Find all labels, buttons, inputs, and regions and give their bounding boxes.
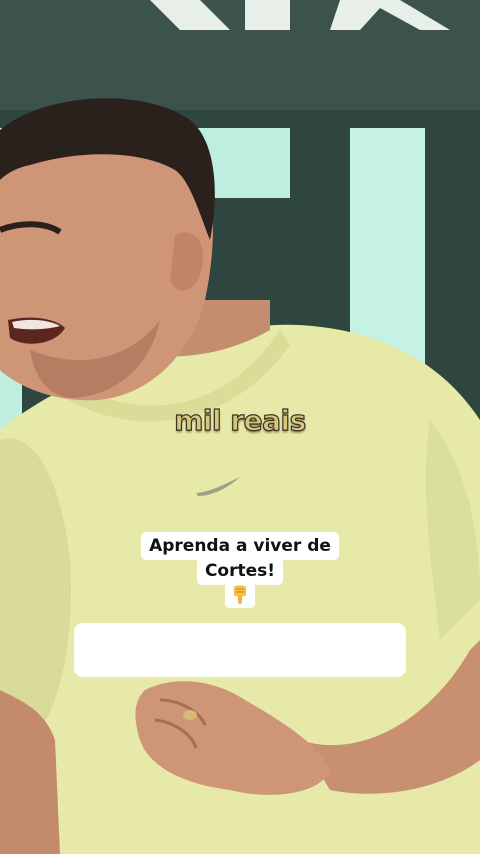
link-sticker-bar[interactable] <box>74 623 406 677</box>
promo-sticker[interactable]: Aprenda a viver de Cortes! <box>0 532 480 608</box>
sticker-line-2: Cortes! <box>196 557 284 585</box>
video-subtitle: mil reais <box>174 403 307 437</box>
pointing-down-hand-icon <box>225 582 255 608</box>
ring <box>183 710 197 720</box>
pointing-down-hand-glyph <box>234 585 246 604</box>
sticker-line-1: Aprenda a viver de <box>141 532 339 560</box>
backdrop-letter-top-b <box>245 0 290 30</box>
video-frame[interactable]: mil reais Aprenda a viver de Cortes! <box>0 0 480 854</box>
